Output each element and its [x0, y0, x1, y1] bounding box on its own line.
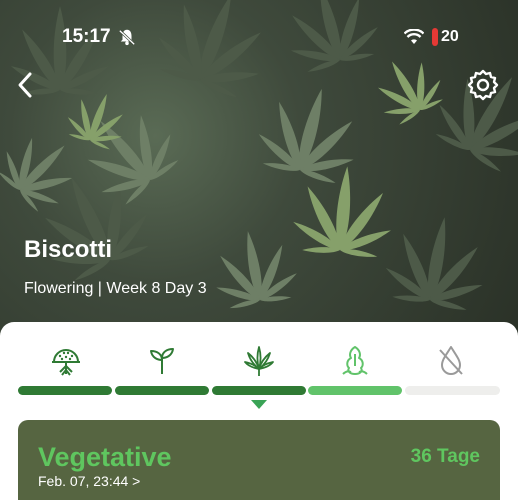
cannabis-leaf-icon[interactable] [242, 344, 276, 378]
stage-progress-seedling [115, 386, 209, 395]
stage-progress-seed [18, 386, 112, 395]
status-time: 15:17 [62, 26, 111, 47]
seedling-icon[interactable] [145, 344, 179, 378]
drying-icon[interactable] [434, 344, 468, 378]
wifi-icon [404, 29, 424, 44]
stage-progress-vegetative [212, 386, 306, 395]
plant-name: Biscotti [24, 236, 113, 263]
selected-stage-indicator [251, 400, 267, 409]
flowering-bud-icon[interactable] [338, 344, 372, 378]
seed-germination-icon[interactable] [49, 344, 83, 378]
plant-stage-subtitle: Flowering | Week 8 Day 3 [24, 280, 207, 297]
gear-icon[interactable] [466, 68, 500, 102]
stage-card-days: 36 Tage [410, 446, 480, 467]
battery-icon [432, 28, 438, 46]
stage-card-title: Vegetative [38, 442, 172, 472]
battery-indicator: 20 [432, 27, 459, 47]
battery-level: 20 [441, 28, 459, 45]
stage-progress-drying [405, 386, 500, 395]
stage-progress-flowering [308, 386, 402, 395]
stage-card-date-link[interactable]: Feb. 07, 23:44 > [38, 473, 140, 489]
bell-slash-icon [118, 29, 136, 46]
chevron-left-icon[interactable] [12, 70, 38, 100]
